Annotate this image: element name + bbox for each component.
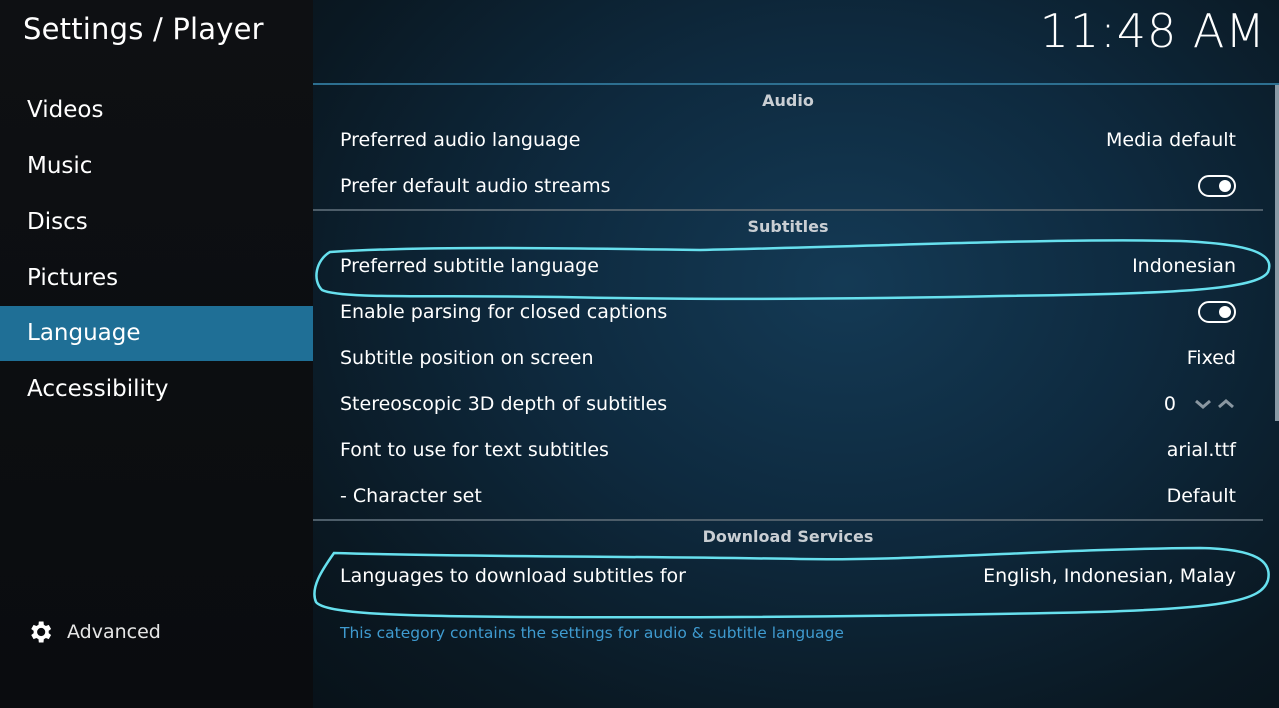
advanced-label: Advanced [67,621,161,643]
setting-value: Media default [1106,129,1236,151]
setting-subtitle-font[interactable]: Font to use for text subtitles arial.ttf [313,427,1263,473]
toggle-knob [1219,180,1231,192]
clock: 11:48 AM [1039,4,1266,58]
sidebar-item-pictures[interactable]: Pictures [0,250,313,306]
advanced-toggle-button[interactable]: Advanced [26,617,161,647]
sidebar-item-videos[interactable]: Videos [0,82,313,138]
setting-value: arial.ttf [1166,439,1236,461]
setting-label: Preferred audio language [340,129,581,151]
setting-label: Prefer default audio streams [340,175,611,197]
setting-preferred-audio-language[interactable]: Preferred audio language Media default [313,117,1263,163]
gear-icon [31,621,52,643]
category-description: This category contains the settings for … [340,624,844,642]
toggle-switch-on[interactable] [1198,175,1236,197]
setting-label: Languages to download subtitles for [340,565,686,587]
sidebar: Settings / Player Videos Music Discs Pic… [0,0,313,708]
setting-subtitle-position[interactable]: Subtitle position on screen Fixed [313,335,1263,381]
page-title: Settings / Player [23,12,264,46]
settings-list: Audio Preferred audio language Media def… [313,85,1263,599]
section-header-download-services: Download Services [702,527,874,546]
setting-value: Indonesian [1132,255,1236,277]
sidebar-item-language[interactable]: Language [0,306,313,361]
setting-character-set[interactable]: - Character set Default [313,473,1263,519]
setting-preferred-subtitle-language[interactable]: Preferred subtitle language Indonesian [313,243,1263,289]
setting-value: Default [1166,485,1236,507]
section-header-subtitles: Subtitles [747,217,829,236]
setting-label: Stereoscopic 3D depth of subtitles [340,393,668,415]
setting-label: Subtitle position on screen [340,347,594,369]
toggle-knob [1219,306,1231,318]
setting-label: - Character set [340,485,482,507]
chevron-up-icon[interactable] [1216,381,1236,427]
setting-download-languages[interactable]: Languages to download subtitles for Engl… [313,553,1263,599]
setting-label: Font to use for text subtitles [340,439,609,461]
toggle-switch-on[interactable] [1198,301,1236,323]
setting-prefer-default-audio-streams[interactable]: Prefer default audio streams [313,163,1263,209]
setting-label: Preferred subtitle language [340,255,599,277]
setting-label: Enable parsing for closed captions [340,301,668,323]
setting-closed-captions[interactable]: Enable parsing for closed captions [313,289,1263,335]
section-header-audio: Audio [762,91,814,110]
settings-panel: 11:48 AM Audio Preferred audio language … [313,0,1279,708]
setting-value: Fixed [1186,347,1236,369]
sidebar-item-music[interactable]: Music [0,138,313,194]
sidebar-item-discs[interactable]: Discs [0,194,313,250]
chevron-down-icon[interactable] [1193,381,1213,427]
category-menu: Videos Music Discs Pictures Language Acc… [0,82,313,417]
setting-value: English, Indonesian, Malay [983,565,1236,587]
spinner-value: 0 [1163,393,1176,415]
scrollbar[interactable] [1275,85,1279,421]
sidebar-item-accessibility[interactable]: Accessibility [0,361,313,417]
setting-stereoscopic-depth[interactable]: Stereoscopic 3D depth of subtitles 0 [313,381,1263,427]
